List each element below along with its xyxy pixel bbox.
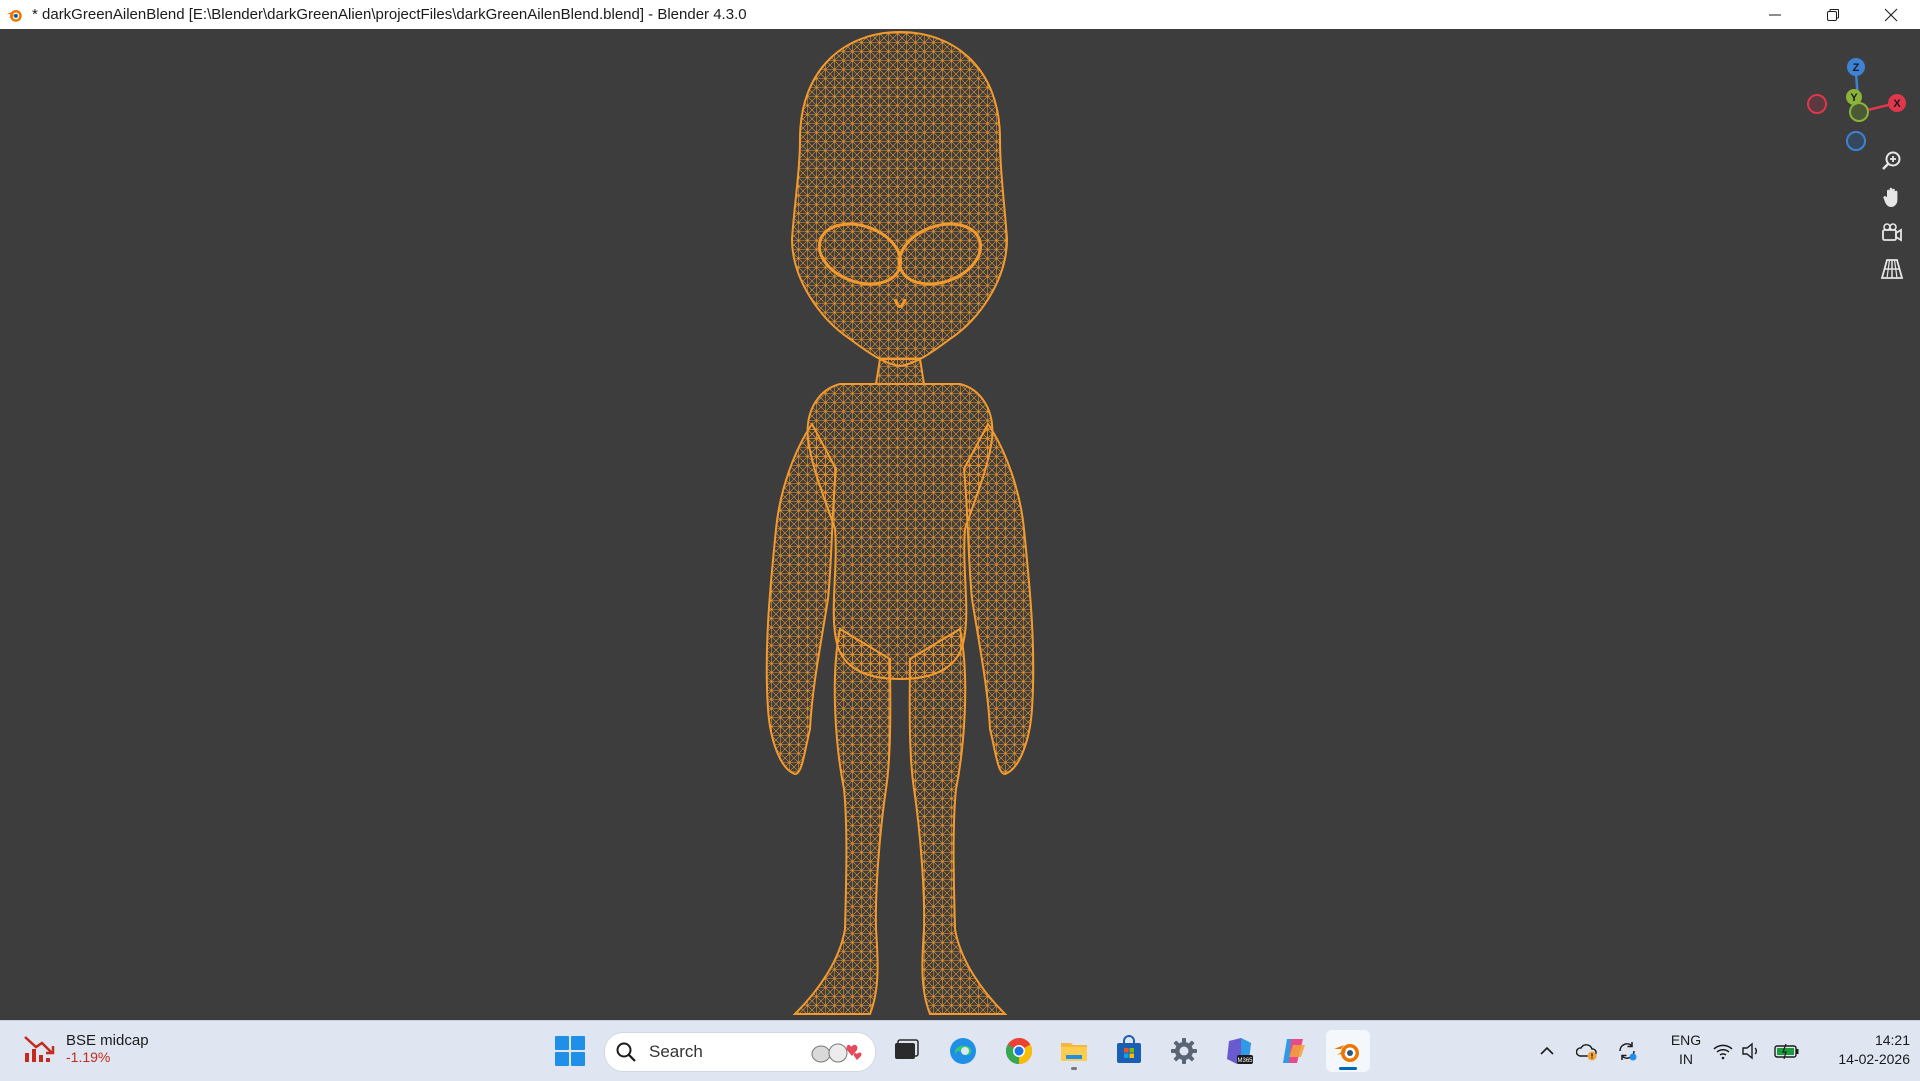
gear-icon	[1171, 1038, 1197, 1064]
volume-button[interactable]	[1736, 1021, 1766, 1081]
running-indicator	[1071, 1067, 1077, 1070]
search-highlight-icon	[811, 1043, 862, 1063]
search-placeholder: Search	[649, 1042, 703, 1061]
perspective-grid-icon	[1880, 259, 1904, 279]
stock-down-icon	[24, 1036, 55, 1062]
close-icon	[1884, 8, 1898, 21]
wifi-icon	[1713, 1044, 1733, 1060]
clock-time: 14:21	[1874, 1032, 1910, 1048]
camera-view-button[interactable]	[1874, 217, 1910, 249]
show-hidden-icons-button[interactable]	[1532, 1021, 1562, 1081]
edge-icon	[950, 1038, 976, 1064]
close-button[interactable]	[1862, 0, 1920, 29]
pan-button[interactable]	[1874, 181, 1910, 213]
onedrive-warning-icon	[1576, 1044, 1597, 1061]
alien-wireframe-model[interactable]	[740, 29, 1080, 1020]
settings-button[interactable]	[1162, 1030, 1206, 1072]
axis-negative-y-icon[interactable]	[1849, 102, 1869, 122]
pan-hand-icon	[1883, 187, 1898, 207]
zoom-icon	[1882, 151, 1901, 170]
folder-icon	[1061, 1043, 1087, 1061]
zoom-button[interactable]	[1874, 145, 1910, 177]
perspective-toggle-button[interactable]	[1874, 253, 1910, 285]
taskbar: BSE midcap -1.19% Search M365 ENG IN 14:…	[0, 1020, 1920, 1081]
chrome-icon	[1005, 1037, 1033, 1065]
m365-button[interactable]: M365	[1217, 1030, 1261, 1072]
copilot-icon	[1283, 1039, 1305, 1063]
windows-start-icon[interactable]	[554, 1035, 586, 1067]
axis-negative-z-icon[interactable]	[1846, 131, 1866, 151]
axis-x-label: X	[1893, 98, 1901, 110]
axis-y-label: Y	[1850, 92, 1858, 104]
restore-button[interactable]	[1804, 0, 1862, 29]
blender-taskbar-button[interactable]	[1326, 1030, 1370, 1072]
microsoft-365-icon: M365	[1227, 1038, 1253, 1064]
blender-icon	[1334, 1044, 1359, 1062]
language-region: IN	[1679, 1051, 1693, 1067]
axis-z-label: Z	[1853, 62, 1860, 74]
window-title: * darkGreenAilenBlend [E:\Blender\darkGr…	[32, 6, 747, 23]
orientation-gizmo[interactable]: Y Z X	[1800, 41, 1910, 151]
battery-charging-icon	[1774, 1043, 1799, 1060]
3d-viewport[interactable]: Y Z X	[0, 29, 1920, 1020]
window-controls	[1746, 0, 1920, 29]
clock[interactable]: 14:21 14-02-2026	[1810, 1031, 1910, 1069]
widget-value: -1.19%	[66, 1048, 111, 1065]
edge-button[interactable]	[941, 1030, 985, 1072]
blender-logo-icon	[6, 9, 22, 22]
market-widget[interactable]: BSE midcap -1.19%	[22, 1031, 149, 1065]
search-box[interactable]: Search	[604, 1032, 876, 1072]
clock-date: 14-02-2026	[1838, 1051, 1910, 1067]
active-indicator	[1339, 1067, 1357, 1070]
language-indicator[interactable]: ENG IN	[1660, 1031, 1712, 1069]
network-button[interactable]	[1708, 1021, 1738, 1081]
file-explorer-button[interactable]	[1052, 1030, 1096, 1072]
volume-icon	[1742, 1042, 1757, 1060]
chrome-button[interactable]	[997, 1030, 1041, 1072]
store-icon	[1117, 1035, 1141, 1063]
sync-tray-button[interactable]	[1612, 1021, 1642, 1081]
svg-text:M365: M365	[1237, 1058, 1253, 1064]
onedrive-tray-button[interactable]	[1572, 1021, 1602, 1081]
store-button[interactable]	[1107, 1030, 1151, 1072]
search-icon	[616, 1042, 636, 1062]
widget-title: BSE midcap	[66, 1031, 149, 1049]
task-view-icon	[895, 1039, 919, 1059]
minimize-button[interactable]	[1746, 0, 1804, 29]
task-view-button[interactable]	[883, 1030, 927, 1072]
sync-icon	[1619, 1042, 1637, 1061]
title-bar: * darkGreenAilenBlend [E:\Blender\darkGr…	[0, 0, 1920, 30]
axis-negative-x-icon[interactable]	[1807, 94, 1827, 114]
language-code: ENG	[1670, 1032, 1702, 1048]
copilot-button[interactable]	[1271, 1030, 1315, 1072]
minimize-icon	[1769, 14, 1781, 15]
chevron-up-icon	[1540, 1046, 1554, 1055]
battery-button[interactable]	[1770, 1021, 1804, 1081]
restore-icon	[1827, 8, 1839, 21]
camera-view-icon	[1882, 223, 1902, 242]
